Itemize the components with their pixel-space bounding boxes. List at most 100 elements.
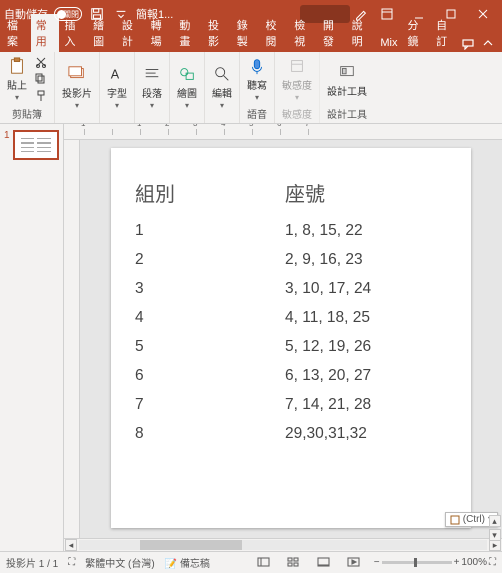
- group-paragraph: 段落 ▾: [135, 52, 170, 123]
- ribbon-display-options[interactable]: [372, 0, 402, 28]
- thumbnail-preview[interactable]: [13, 130, 59, 160]
- zoom-level[interactable]: 100%: [461, 557, 487, 568]
- thumbnail-pane[interactable]: 1: [0, 124, 64, 551]
- sensitivity-label: 敏感度: [282, 77, 312, 92]
- autosave-toggle[interactable]: 關閉: [54, 7, 82, 21]
- comments-icon[interactable]: [460, 36, 476, 52]
- tab-draw[interactable]: 繪圖: [88, 14, 117, 52]
- language-indicator[interactable]: 繁體中文 (台灣): [85, 555, 154, 570]
- paragraph-button[interactable]: 段落 ▾: [139, 62, 165, 112]
- tab-animations[interactable]: 動畫: [174, 14, 203, 52]
- format-painter-icon[interactable]: [32, 88, 50, 104]
- table-cell: 2: [135, 251, 285, 269]
- scroll-handle[interactable]: [140, 540, 242, 550]
- mic-icon: [247, 56, 267, 76]
- group-voice: 聽寫 ▾ 語音: [240, 52, 275, 123]
- paste-options-label: (Ctrl): [463, 514, 485, 525]
- table-cell: 2, 9, 16, 23: [285, 251, 447, 269]
- slide-thumbnail[interactable]: 1: [4, 130, 59, 160]
- group-label-clipboard: 剪貼簿: [12, 106, 42, 121]
- cut-icon[interactable]: [32, 54, 50, 70]
- group-label-voice: 語音: [247, 106, 267, 121]
- tab-slideshow[interactable]: 投影: [203, 14, 232, 52]
- zoom-in-button[interactable]: +: [454, 557, 460, 568]
- table-cell: 1: [135, 222, 285, 240]
- close-button[interactable]: [468, 0, 498, 28]
- slide-sorter-button[interactable]: [284, 555, 304, 571]
- slide-content-table[interactable]: 組別 座號 11, 8, 15, 22 22, 9, 16, 23 33, 10…: [135, 178, 447, 443]
- clipboard-icon: [450, 515, 460, 525]
- tab-custom[interactable]: 自訂: [431, 14, 460, 52]
- tab-view[interactable]: 檢視: [289, 14, 318, 52]
- slide-counter[interactable]: 投影片 1 / 1: [6, 555, 58, 570]
- group-label-sensitivity: 敏感度: [282, 106, 312, 121]
- tab-developer[interactable]: 開發: [318, 14, 347, 52]
- table-cell: 7, 14, 21, 28: [285, 396, 447, 414]
- tab-design[interactable]: 設計: [117, 14, 146, 52]
- slideshow-button[interactable]: [344, 555, 364, 571]
- table-cell: 8: [135, 425, 285, 443]
- group-label-designer: 設計工具: [327, 106, 367, 121]
- table-cell: 4, 11, 18, 25: [285, 309, 447, 327]
- tab-record[interactable]: 錄製: [232, 14, 261, 52]
- slide-canvas-area[interactable]: 組別 座號 11, 8, 15, 22 22, 9, 16, 23 33, 10…: [80, 140, 502, 538]
- table-cell: 7: [135, 396, 285, 414]
- tab-review[interactable]: 校閱: [260, 14, 289, 52]
- vertical-scrollbar[interactable]: ▴ ▾: [488, 140, 501, 541]
- notes-button[interactable]: 📝 備忘稿: [165, 555, 210, 570]
- table-cell: 3, 10, 17, 24: [285, 280, 447, 298]
- drawing-button[interactable]: 繪圖 ▾: [174, 62, 200, 112]
- font-button[interactable]: A 字型 ▾: [104, 62, 130, 112]
- svg-text:A: A: [111, 68, 120, 82]
- copy-icon[interactable]: [32, 71, 50, 87]
- slide[interactable]: 組別 座號 11, 8, 15, 22 22, 9, 16, 23 33, 10…: [111, 148, 471, 528]
- table-cell: 4: [135, 309, 285, 327]
- group-slides: 投影片 ▾: [55, 52, 100, 123]
- work-area: 1 1 1 2 3 4 5 6 7 組別 座號 1: [0, 124, 502, 551]
- accessibility-icon[interactable]: ⛶: [68, 557, 75, 568]
- chevron-down-icon: ▾: [75, 101, 79, 110]
- normal-view-button[interactable]: [254, 555, 274, 571]
- zoom-slider[interactable]: [382, 561, 452, 564]
- chevron-down-icon: ▾: [15, 93, 19, 102]
- prev-slide-button[interactable]: ▴: [489, 515, 501, 527]
- tab-help[interactable]: 說明: [347, 14, 376, 52]
- next-slide-button[interactable]: ▾: [489, 529, 501, 541]
- tab-home[interactable]: 常用: [31, 14, 60, 52]
- drawing-label: 繪圖: [177, 85, 197, 100]
- clipboard-icon: [7, 56, 27, 76]
- group-designer: 設計工具 設計工具: [320, 52, 374, 123]
- tab-file[interactable]: 檔案: [2, 14, 31, 52]
- fit-to-window-button[interactable]: ⛶: [489, 557, 496, 568]
- table-cell: 6: [135, 367, 285, 385]
- editing-button[interactable]: 編輯 ▾: [209, 62, 235, 112]
- scroll-left-button[interactable]: ◂: [65, 539, 77, 551]
- chevron-down-icon: ▾: [255, 93, 259, 102]
- group-clipboard: 貼上 ▾ 剪貼簿: [0, 52, 55, 123]
- designer-icon: [337, 62, 357, 82]
- slide-icon: [67, 64, 87, 84]
- collapse-ribbon-icon[interactable]: [480, 36, 496, 52]
- reading-view-button[interactable]: [314, 555, 334, 571]
- thumbnail-number: 1: [4, 130, 10, 160]
- status-bar: 投影片 1 / 1 ⛶ 繁體中文 (台灣) 📝 備忘稿 − + 100% ⛶: [0, 551, 502, 573]
- horizontal-scrollbar[interactable]: ◂ ▸: [64, 538, 502, 551]
- slides-label: 投影片: [62, 85, 92, 100]
- table-cell: 5: [135, 338, 285, 356]
- tab-transitions[interactable]: 轉場: [146, 14, 175, 52]
- horizontal-ruler[interactable]: 1 1 2 3 4 5 6 7: [64, 124, 502, 140]
- new-slide-button[interactable]: 投影片 ▾: [59, 62, 95, 112]
- designer-button[interactable]: 設計工具: [324, 60, 370, 100]
- dictate-label: 聽寫: [247, 77, 267, 92]
- dictate-button[interactable]: 聽寫 ▾: [244, 54, 270, 104]
- paste-button[interactable]: 貼上 ▾: [4, 54, 30, 104]
- table-header: 座號: [285, 178, 447, 207]
- vertical-ruler[interactable]: [64, 140, 80, 538]
- table-cell: 6, 13, 20, 27: [285, 367, 447, 385]
- tab-mix[interactable]: Mix: [375, 34, 402, 52]
- chevron-down-icon: ▾: [295, 93, 299, 102]
- paragraph-icon: [142, 64, 162, 84]
- shapes-icon: [177, 64, 197, 84]
- zoom-out-button[interactable]: −: [374, 557, 380, 568]
- tab-storyboard[interactable]: 分鏡: [402, 14, 431, 52]
